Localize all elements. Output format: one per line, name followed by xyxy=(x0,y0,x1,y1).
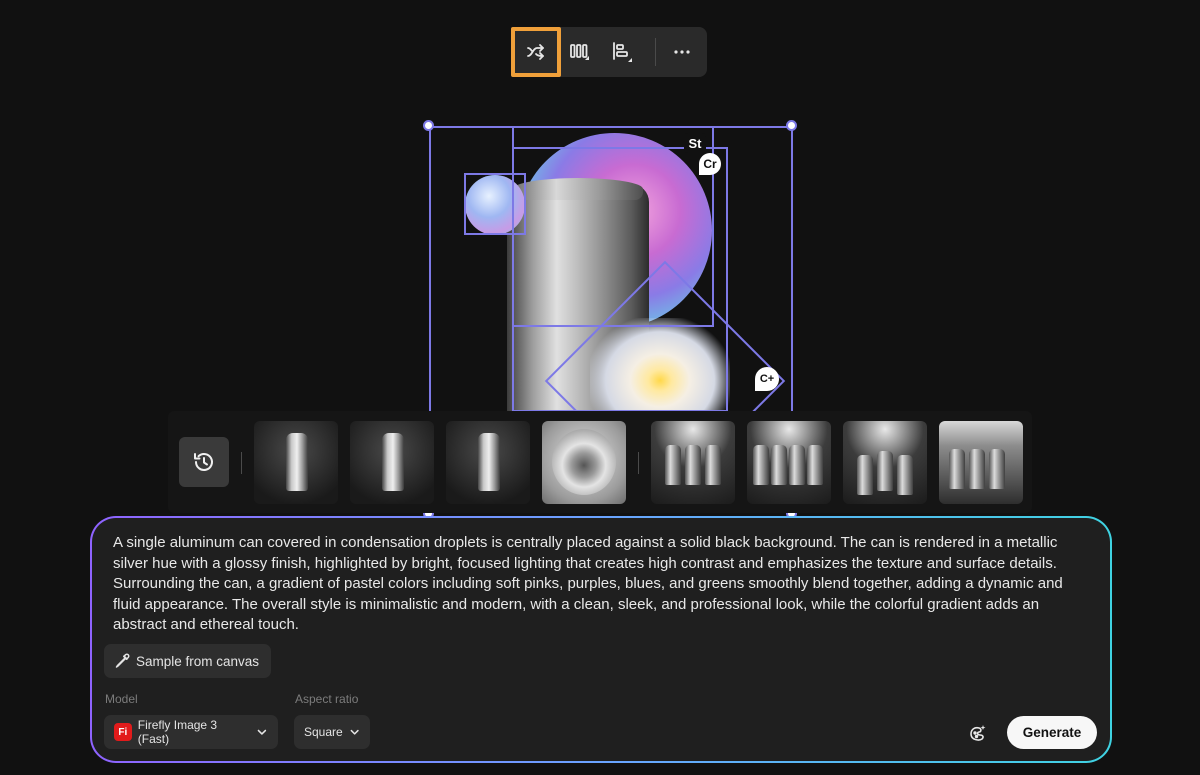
magic-palette-icon xyxy=(970,725,986,741)
variation-thumbnail-3[interactable] xyxy=(446,421,530,504)
prompt-panel: A single aluminum can covered in condens… xyxy=(90,516,1112,763)
firefly-logo-icon: Fi xyxy=(114,723,132,741)
more-icon xyxy=(674,50,690,54)
sample-button-label: Sample from canvas xyxy=(136,653,260,669)
variation-thumbnail-7[interactable] xyxy=(843,421,927,504)
strip-divider xyxy=(638,452,639,474)
model-select[interactable]: Fi Firefly Image 3 (Fast) xyxy=(104,715,278,749)
toolbar-divider xyxy=(655,38,656,66)
align-icon xyxy=(613,42,632,62)
chevron-down-icon xyxy=(350,729,359,735)
sample-from-canvas-button[interactable]: Sample from canvas xyxy=(104,644,272,678)
history-button[interactable] xyxy=(179,437,229,487)
model-select-value: Firefly Image 3 (Fast) xyxy=(137,718,218,746)
lotus-flower-image[interactable] xyxy=(590,318,730,414)
aspect-ratio-label: Aspect ratio xyxy=(295,692,359,706)
style-reference-button[interactable] xyxy=(964,719,992,747)
aspect-ratio-select[interactable]: Square xyxy=(294,715,370,749)
distribute-icon xyxy=(570,44,589,60)
gradient-sphere-large[interactable] xyxy=(517,133,712,328)
stock-badge: St xyxy=(684,133,706,153)
prompt-panel-body: A single aluminum can covered in condens… xyxy=(92,518,1110,761)
prompt-textarea[interactable]: A single aluminum can covered in condens… xyxy=(113,533,1083,636)
resize-handle-top-left[interactable] xyxy=(423,120,434,131)
shuffle-button[interactable] xyxy=(511,27,561,77)
variation-thumbnail-5[interactable] xyxy=(651,421,735,504)
aluminum-can-image[interactable] xyxy=(507,178,649,416)
eyedropper-icon xyxy=(115,653,130,668)
gradient-sphere-small[interactable] xyxy=(465,175,525,235)
shuffle-icon xyxy=(527,44,544,60)
small-sphere-bounding-box[interactable] xyxy=(464,173,526,235)
floating-toolbar xyxy=(511,27,707,77)
aspect-ratio-value: Square xyxy=(304,725,343,739)
align-button[interactable] xyxy=(601,27,643,77)
model-label: Model xyxy=(105,692,138,706)
distribute-button[interactable] xyxy=(559,27,601,77)
creative-cloud-badge: Cr xyxy=(699,153,721,175)
strip-divider xyxy=(241,452,242,474)
history-icon xyxy=(194,453,213,471)
variation-thumbnail-4[interactable] xyxy=(542,421,626,504)
variation-thumbnail-1[interactable] xyxy=(254,421,338,504)
sphere-bounding-box[interactable] xyxy=(512,126,714,327)
context-badge: C+ xyxy=(755,367,779,391)
resize-handle-top-right[interactable] xyxy=(786,120,797,131)
can-bounding-box[interactable] xyxy=(512,147,728,412)
generate-button[interactable]: Generate xyxy=(1007,716,1097,749)
more-options-button[interactable] xyxy=(661,27,703,77)
chevron-down-icon xyxy=(257,729,267,735)
variation-thumbnail-6[interactable] xyxy=(747,421,831,504)
variation-thumbnail-8[interactable] xyxy=(939,421,1023,504)
variation-thumbnail-2[interactable] xyxy=(350,421,434,504)
